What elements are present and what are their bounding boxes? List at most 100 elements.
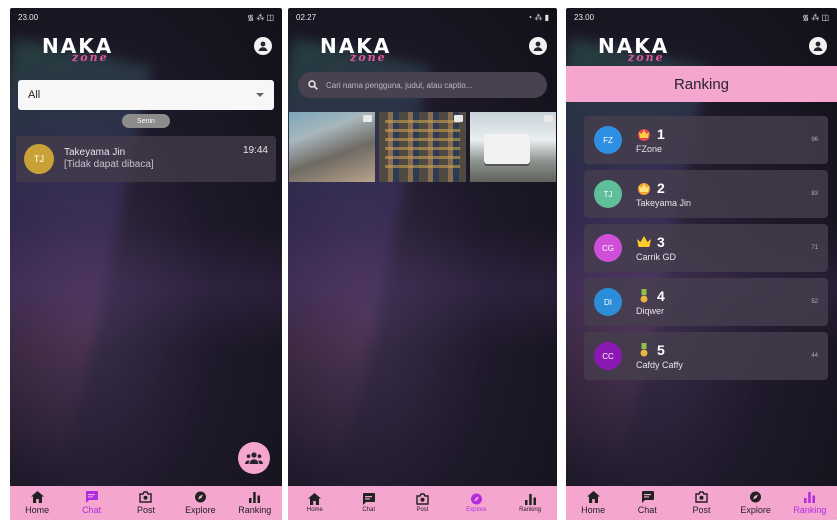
new-group-button[interactable] [238, 442, 270, 474]
ranking-row[interactable]: FZ 1 FZone 96 [584, 116, 828, 164]
status-bar: 23.00 ᯾ ⁂ ◫ [566, 8, 837, 26]
post-thumbnail[interactable] [289, 112, 376, 182]
bottom-nav: Home Chat Post Explore Ranking [288, 486, 557, 520]
rank-username: Carrik GD [636, 252, 676, 262]
group-icon [245, 452, 263, 464]
nav-post[interactable]: Post [398, 493, 446, 513]
home-icon [308, 493, 322, 505]
nav-explore[interactable]: Explore [452, 493, 500, 513]
crown-orange-icon [636, 181, 652, 195]
nav-post-label: Post [416, 507, 429, 513]
chat-icon [362, 493, 376, 505]
rank-number: 4 [657, 288, 665, 304]
nav-chat-label: Chat [637, 505, 657, 515]
rank-username: Diqwer [636, 306, 665, 316]
bottom-nav: Home Chat Post Explore Ranking [10, 486, 282, 520]
explore-screen: 02.27 ◔ ⁂ ▮ NAKA zone Cari nama pengguna… [288, 8, 557, 520]
profile-icon[interactable] [254, 37, 272, 55]
logo-subtext: zone [350, 51, 387, 64]
profile-icon[interactable] [809, 37, 827, 55]
nav-chat[interactable]: Chat [623, 491, 671, 515]
status-time: 23.00 [18, 12, 39, 22]
profile-icon[interactable] [529, 37, 547, 55]
compass-icon [749, 491, 763, 503]
chat-last-message: [Tidak dapat dibaca] [64, 159, 154, 170]
search-icon [308, 80, 318, 90]
nav-home[interactable]: Home [13, 491, 61, 515]
camera-icon [139, 491, 153, 503]
nav-explore-label: Explore [740, 505, 771, 515]
ranking-row[interactable]: DI 4 Diqwer 52 [584, 278, 828, 326]
logo-subtext: zone [72, 51, 109, 64]
explore-grid [288, 112, 557, 182]
chat-contact-name: Takeyama Jin [64, 147, 126, 158]
post-thumbnail[interactable] [469, 112, 556, 182]
nav-explore[interactable]: Explore [732, 491, 780, 515]
nav-ranking-label: Ranking [793, 505, 827, 515]
bar-chart-icon [803, 491, 817, 503]
camera-icon [415, 493, 429, 505]
logo-subtext: zone [628, 51, 665, 64]
nav-ranking[interactable]: Ranking [506, 493, 554, 513]
home-icon [586, 491, 600, 503]
status-time: 02.27 [296, 12, 317, 22]
nav-chat-label: Chat [82, 505, 102, 515]
naka-zone-logo: NAKA zone [598, 34, 669, 64]
compass-icon [469, 493, 483, 505]
rank-score: 44 [811, 353, 818, 359]
image-icon [543, 115, 553, 122]
medal-icon [636, 343, 652, 357]
nav-home[interactable]: Home [569, 491, 617, 515]
chat-filter-dropdown[interactable]: All [18, 80, 274, 110]
nav-chat[interactable]: Chat [345, 493, 393, 513]
crown-red-icon [636, 127, 652, 141]
ranking-row[interactable]: CG 3 Carrik GD 71 [584, 224, 828, 272]
chat-icon [640, 491, 654, 503]
crown-yellow-icon [636, 235, 652, 249]
naka-zone-logo: NAKA zone [42, 34, 113, 64]
image-icon [363, 115, 373, 122]
ranking-list: FZ 1 FZone 96 TJ 2 Takeyama Jin 83 CG 3 … [566, 102, 837, 380]
chat-screen: 23.00 ᯾ ⁂ ◫ NAKA zone All Senin TJ Takey… [10, 8, 282, 520]
status-bar: 23.00 ᯾ ⁂ ◫ [10, 8, 282, 26]
status-icons: ◔ ⁂ ▮ [527, 12, 549, 22]
nav-post-label: Post [136, 505, 155, 515]
bar-chart-icon [248, 491, 262, 503]
avatar: TJ [594, 180, 622, 208]
rank-number: 5 [657, 342, 665, 358]
bottom-nav: Home Chat Post Explore Ranking [566, 486, 837, 520]
nav-ranking[interactable]: Ranking [786, 491, 834, 515]
nav-home-label: Home [581, 505, 606, 515]
avatar: CC [594, 342, 622, 370]
image-icon [453, 115, 463, 122]
rank-score: 83 [811, 191, 818, 197]
nav-ranking-label: Ranking [519, 507, 542, 513]
rank-number: 1 [657, 126, 665, 142]
avatar: DI [594, 288, 622, 316]
explore-search-input[interactable]: Cari nama pengguna, judul, atau captio..… [298, 72, 547, 98]
day-separator-chip: Senin [122, 114, 170, 128]
naka-zone-logo: NAKA zone [320, 34, 391, 64]
chat-filter-value: All [28, 89, 41, 101]
avatar: FZ [594, 126, 622, 154]
status-icons: ᯾ ⁂ ◫ [802, 12, 829, 22]
rank-username: Cafdy Caffy [636, 360, 683, 370]
chat-list-item[interactable]: TJ Takeyama Jin [Tidak dapat dibaca] 19:… [16, 136, 276, 182]
search-placeholder: Cari nama pengguna, judul, atau captio..… [326, 80, 473, 90]
nav-post[interactable]: Post [122, 491, 170, 515]
ranking-row[interactable]: CC 5 Cafdy Caffy 44 [584, 332, 828, 380]
nav-chat[interactable]: Chat [68, 491, 116, 515]
nav-post[interactable]: Post [677, 491, 725, 515]
home-icon [30, 491, 44, 503]
nav-explore[interactable]: Explore [176, 491, 224, 515]
chevron-down-icon [256, 93, 264, 97]
post-thumbnail[interactable] [379, 112, 466, 182]
nav-ranking[interactable]: Ranking [231, 491, 279, 515]
rank-score: 52 [811, 299, 818, 305]
app-bar: NAKA zone [10, 26, 282, 66]
ranking-row[interactable]: TJ 2 Takeyama Jin 83 [584, 170, 828, 218]
nav-home[interactable]: Home [291, 493, 339, 513]
rank-number: 2 [657, 180, 665, 196]
app-bar: NAKA zone [566, 26, 837, 66]
nav-chat-label: Chat [362, 507, 376, 513]
